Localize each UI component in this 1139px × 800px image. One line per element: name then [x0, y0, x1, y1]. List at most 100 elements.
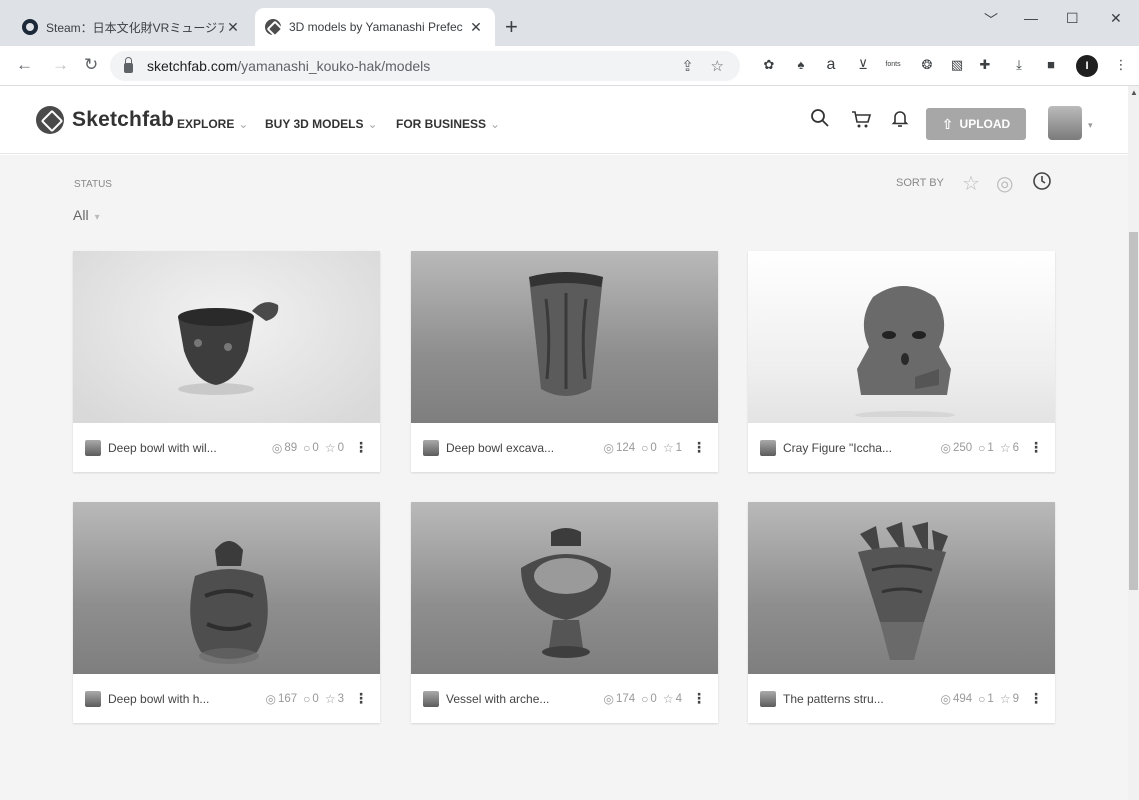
model-card-footer: Deep bowl with h... ◎ 167 ○ 0 ☆ 3 ⋮	[73, 674, 380, 723]
steam-favicon-icon	[22, 19, 38, 35]
extension-puzzle-icon[interactable]: ✿	[760, 56, 778, 74]
nav-buy-3d-models[interactable]: BUY 3D MODELS ⌄	[265, 117, 378, 131]
like-count: 6	[1012, 441, 1019, 454]
nav-explore[interactable]: EXPLORE ⌄	[177, 117, 248, 131]
maximize-icon[interactable]: ☐	[1066, 10, 1079, 27]
profile-avatar[interactable]: I	[1076, 55, 1098, 77]
address-bar[interactable]: sketchfab.com/yamanashi_kouko-hak/models…	[110, 51, 740, 81]
model-stats: ◎ 89 ○ 0 ☆ 0	[266, 441, 344, 455]
tab-search-chevron-icon[interactable]: ﹀	[984, 10, 998, 30]
like-star-icon: ☆	[999, 440, 1011, 455]
cart-icon[interactable]	[850, 108, 872, 136]
model-title[interactable]: Deep bowl with h...	[108, 692, 260, 706]
scroll-up-arrow-icon[interactable]: ▲	[1130, 88, 1138, 97]
upload-button[interactable]: ⇧ UPLOAD	[926, 108, 1026, 140]
model-title[interactable]: Vessel with arche...	[446, 692, 598, 706]
status-filter-value: All	[73, 207, 89, 223]
like-count: 0	[337, 441, 344, 454]
author-avatar[interactable]	[85, 690, 101, 707]
tab-close-icon[interactable]: ✕	[467, 19, 485, 36]
sketchfab-logo[interactable]: Sketchfab	[36, 106, 174, 134]
chevron-down-icon[interactable]: ▾	[1088, 120, 1093, 131]
more-options-icon[interactable]: ⋮	[354, 439, 368, 456]
model-stats: ◎ 494 ○ 1 ☆ 9	[935, 692, 1020, 706]
more-options-icon[interactable]: ⋮	[1029, 439, 1043, 456]
model-card[interactable]: Cray Figure "Iccha... ◎ 250 ○ 1 ☆ 6 ⋮	[748, 251, 1055, 472]
minimize-icon[interactable]: —	[1024, 10, 1038, 26]
lock-icon	[124, 56, 133, 73]
like-star-icon: ☆	[662, 440, 674, 455]
extension-hat-icon[interactable]: ♠	[792, 56, 810, 74]
share-icon[interactable]: ⇪	[681, 58, 694, 75]
nav-for-business[interactable]: FOR BUSINESS ⌄	[396, 117, 500, 131]
sort-likes-star-icon[interactable]: ☆	[962, 171, 980, 196]
url-path: /yamanashi_kouko-hak/models	[237, 58, 431, 74]
extensions-icon[interactable]: ✚	[976, 56, 994, 74]
like-star-icon: ☆	[662, 691, 674, 706]
views-eye-icon: ◎	[271, 440, 283, 455]
model-thumbnail[interactable]	[411, 502, 718, 674]
model-thumbnail[interactable]	[748, 251, 1055, 423]
page-scrollbar[interactable]: ▲	[1128, 86, 1139, 800]
sketchfab-logo-icon	[36, 106, 64, 134]
browser-tab-steam[interactable]: Steam：日本文化財VRミュージアム ✕	[12, 8, 252, 46]
model-card[interactable]: Deep bowl with h... ◎ 167 ○ 0 ☆ 3 ⋮	[73, 502, 380, 723]
views-eye-icon: ◎	[603, 440, 614, 455]
models-page: STATUS All ▾ SORT BY ☆ ◎ Deep bowl with w…	[0, 155, 1128, 800]
reload-icon[interactable]: ↻	[84, 55, 98, 75]
extension-sketchfab-icon[interactable]: ❂	[918, 56, 936, 74]
new-tab-button[interactable]: +	[505, 16, 518, 38]
model-title[interactable]: Cray Figure "Iccha...	[783, 441, 935, 455]
comment-icon: ○	[303, 691, 311, 706]
model-title[interactable]: Deep bowl with wil...	[108, 441, 266, 455]
status-filter-dropdown[interactable]: All ▾	[73, 207, 100, 223]
site-header: Sketchfab EXPLORE ⌄ BUY 3D MODELS ⌄ FOR BU…	[0, 86, 1128, 154]
author-avatar[interactable]	[423, 439, 439, 456]
more-options-icon[interactable]: ⋮	[692, 439, 706, 456]
model-title[interactable]: Deep bowl excava...	[446, 441, 598, 455]
search-icon[interactable]	[810, 108, 830, 134]
view-count: 124	[615, 441, 636, 454]
model-card[interactable]: Vessel with arche... ◎ 174 ○ 0 ☆ 4 ⋮	[411, 502, 718, 723]
scrollbar-thumb[interactable]	[1129, 232, 1138, 590]
more-options-icon[interactable]: ⋮	[692, 690, 706, 707]
browser-menu-icon[interactable]: ⋮	[1112, 56, 1130, 74]
model-thumbnail[interactable]	[73, 502, 380, 674]
model-card[interactable]: The patterns stru... ◎ 494 ○ 1 ☆ 9 ⋮	[748, 502, 1055, 723]
sort-recent-clock-icon[interactable]	[1032, 171, 1052, 197]
back-icon[interactable]: ←	[16, 55, 33, 75]
extension-translate-icon[interactable]: ▧	[948, 56, 966, 74]
model-title[interactable]: The patterns stru...	[783, 692, 935, 706]
user-avatar[interactable]	[1048, 106, 1082, 140]
comment-count: 1	[987, 441, 994, 454]
downloads-icon[interactable]: ⤓	[1010, 56, 1028, 74]
extension-download-icon[interactable]: ⊻	[854, 56, 872, 74]
extension-a-icon[interactable]: a	[822, 56, 840, 74]
view-count: 167	[277, 692, 298, 705]
model-card[interactable]: Deep bowl with wil... ◎ 89 ○ 0 ☆ 0 ⋮	[73, 251, 380, 472]
model-card-footer: Deep bowl with wil... ◎ 89 ○ 0 ☆ 0 ⋮	[73, 423, 380, 472]
forward-icon[interactable]: →	[52, 55, 69, 75]
bookmark-star-icon[interactable]: ☆	[711, 58, 724, 75]
model-thumbnail[interactable]	[748, 502, 1055, 674]
side-panel-icon[interactable]: ■	[1042, 56, 1060, 74]
tab-close-icon[interactable]: ✕	[224, 19, 242, 36]
sort-views-eye-icon[interactable]: ◎	[996, 171, 1013, 196]
author-avatar[interactable]	[760, 439, 776, 456]
author-avatar[interactable]	[423, 690, 439, 707]
author-avatar[interactable]	[760, 690, 776, 707]
more-options-icon[interactable]: ⋮	[354, 690, 368, 707]
extension-fonts-icon[interactable]: fonts	[884, 56, 902, 74]
author-avatar[interactable]	[85, 439, 101, 456]
model-thumbnail[interactable]	[411, 251, 718, 423]
views-eye-icon: ◎	[603, 691, 614, 706]
notifications-bell-icon[interactable]	[890, 108, 910, 134]
more-options-icon[interactable]: ⋮	[1029, 690, 1043, 707]
browser-tab-sketchfab[interactable]: 3D models by Yamanashi Prefec ✕	[255, 8, 495, 46]
model-card-footer: Cray Figure "Iccha... ◎ 250 ○ 1 ☆ 6 ⋮	[748, 423, 1055, 472]
model-thumbnail[interactable]	[73, 251, 380, 423]
window-close-icon[interactable]: ✕	[1110, 10, 1122, 27]
tab-title: Steam：日本文化財VRミュージアム	[46, 20, 224, 35]
model-card[interactable]: Deep bowl excava... ◎ 124 ○ 0 ☆ 1 ⋮	[411, 251, 718, 472]
views-eye-icon: ◎	[265, 691, 276, 706]
